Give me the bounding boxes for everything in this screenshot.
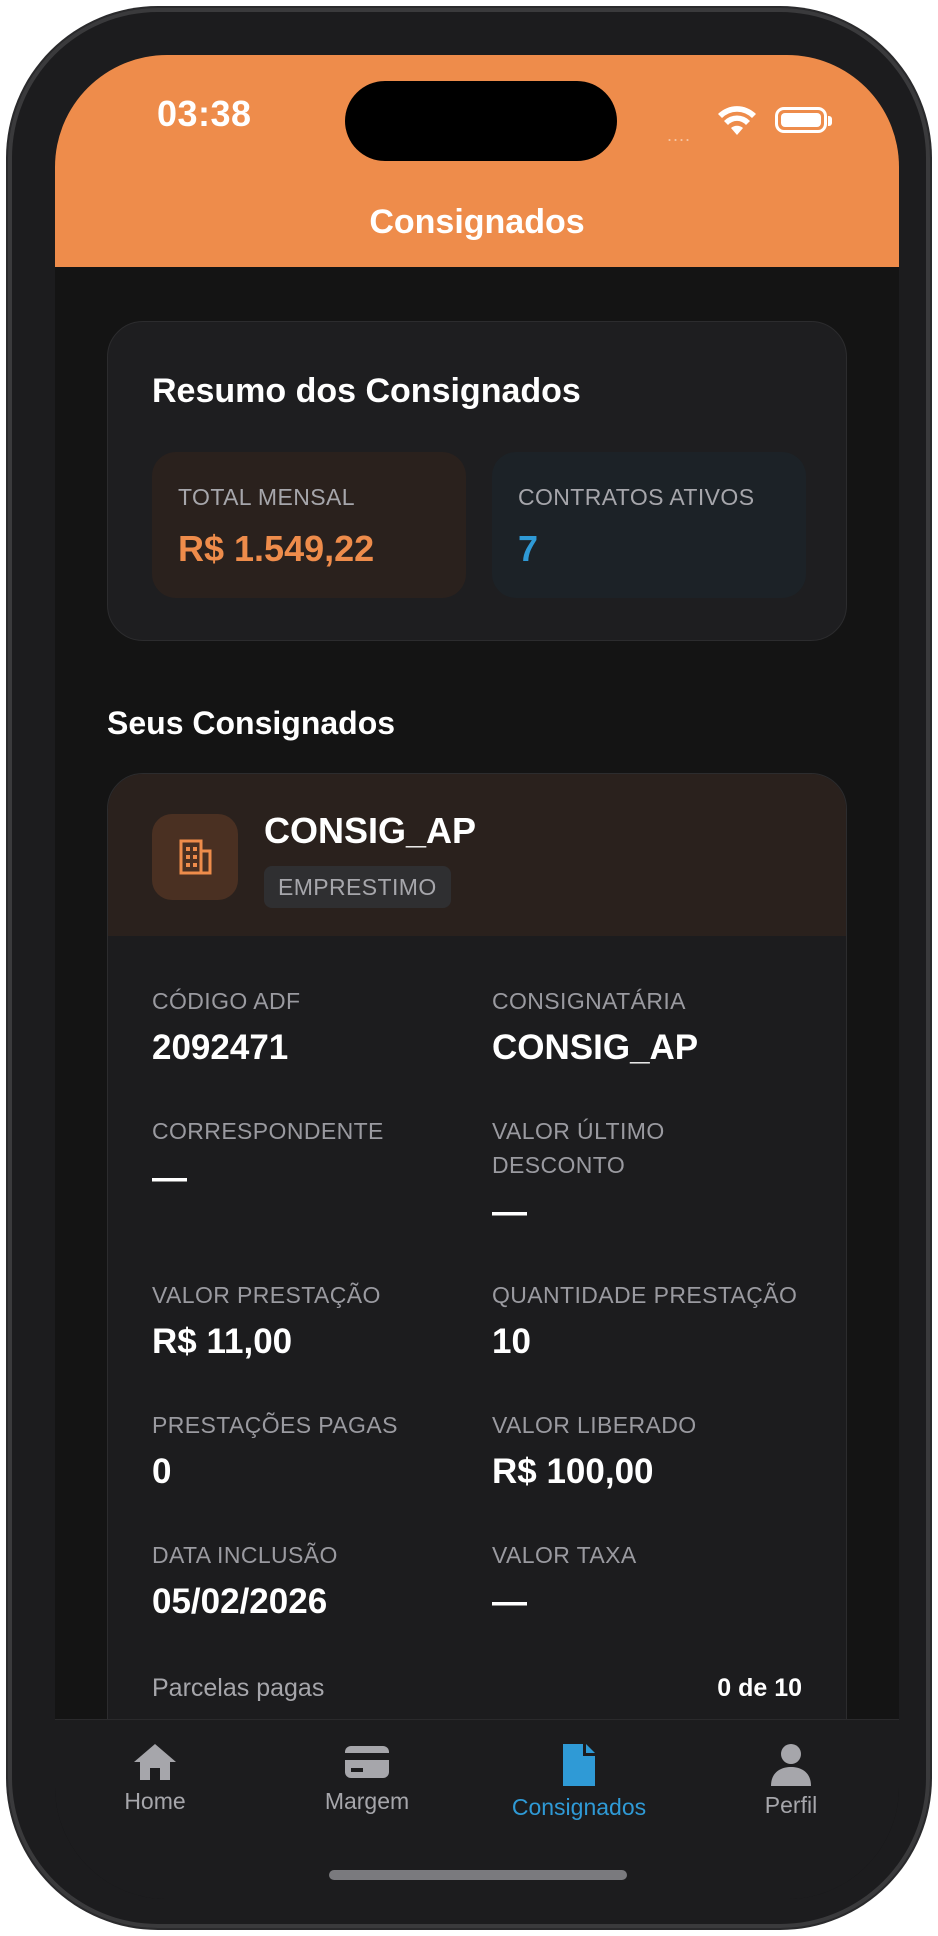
field-prestacoes-pagas: PRESTAÇÕES PAGAS 0: [152, 1408, 472, 1492]
field-value: R$ 11,00: [152, 1322, 293, 1361]
field-consignataria: CONSIGNATÁRIA CONSIG_AP: [492, 984, 812, 1068]
field-valor-ultimo-desconto: VALOR ÚLTIMO DESCONTO —: [492, 1114, 752, 1232]
loan-type-badge: EMPRESTIMO: [264, 866, 451, 908]
installments-progress-value: 0 de 10: [717, 1674, 802, 1702]
field-value: —: [152, 1158, 187, 1197]
total-monthly-value: R$ 1.549,22: [178, 528, 375, 569]
summary-title: Resumo dos Consignados: [152, 372, 581, 410]
home-indicator: [329, 1870, 627, 1880]
field-value: CONSIG_AP: [492, 1028, 699, 1067]
field-label: VALOR TAXA: [492, 1542, 637, 1568]
battery-icon: [775, 107, 832, 133]
active-contracts-label: CONTRATOS ATIVOS: [518, 484, 755, 510]
field-label: DATA INCLUSÃO: [152, 1542, 338, 1568]
tab-label: Consignados: [511, 1794, 647, 1820]
field-valor-prestacao: VALOR PRESTAÇÃO R$ 11,00: [152, 1278, 472, 1362]
total-monthly-stat: TOTAL MENSAL R$ 1.549,22: [152, 452, 466, 598]
wifi-icon: [718, 106, 756, 135]
field-value: —: [492, 1192, 527, 1231]
field-value: 0: [152, 1452, 172, 1491]
status-time: 03:38: [157, 93, 252, 134]
card-icon: [345, 1746, 389, 1778]
field-value: R$ 100,00: [492, 1452, 654, 1491]
field-data-inclusao: DATA INCLUSÃO 05/02/2026: [152, 1538, 472, 1622]
tab-label: Home: [124, 1788, 186, 1814]
phone-frame: 03:38 .... Consignados Resumo dos Consig…: [8, 8, 930, 1928]
home-icon: [134, 1744, 176, 1780]
field-label: QUANTIDADE PRESTAÇÃO: [492, 1282, 798, 1308]
app-screen: 03:38 .... Consignados Resumo dos Consig…: [55, 55, 899, 1899]
tab-margem[interactable]: Margem: [267, 1742, 467, 1815]
document-icon: [563, 1744, 595, 1786]
building-icon: [152, 814, 238, 900]
field-label: VALOR ÚLTIMO DESCONTO: [492, 1118, 665, 1178]
tab-home[interactable]: Home: [55, 1742, 255, 1815]
tab-perfil[interactable]: Perfil: [691, 1742, 891, 1819]
field-value: 2092471: [152, 1028, 289, 1067]
summary-card: Resumo dos Consignados TOTAL MENSAL R$ 1…: [107, 321, 847, 641]
active-contracts-stat: CONTRATOS ATIVOS 7: [492, 452, 806, 598]
installments-progress-label: Parcelas pagas: [152, 1674, 325, 1702]
signal-icon: ....: [667, 125, 692, 145]
field-codigo-adf: CÓDIGO ADF 2092471: [152, 984, 472, 1068]
tab-label: Margem: [324, 1788, 410, 1814]
loan-name: CONSIG_AP: [264, 810, 477, 851]
field-label: PRESTAÇÕES PAGAS: [152, 1412, 398, 1438]
field-value: 05/02/2026: [152, 1582, 328, 1621]
page-title: Consignados: [369, 203, 585, 241]
tab-bar: Home Margem Consignados Perfil: [55, 1719, 899, 1899]
field-label: CORRESPONDENTE: [152, 1118, 384, 1144]
dynamic-island: [345, 81, 617, 161]
person-icon: [771, 1744, 811, 1786]
field-valor-liberado: VALOR LIBERADO R$ 100,00: [492, 1408, 812, 1492]
field-label: VALOR LIBERADO: [492, 1412, 697, 1438]
field-correspondente: CORRESPONDENTE —: [152, 1114, 472, 1198]
app-header: 03:38 .... Consignados: [55, 55, 899, 267]
field-valor-taxa: VALOR TAXA —: [492, 1538, 812, 1622]
loan-card-header: CONSIG_AP EMPRESTIMO: [108, 774, 846, 936]
field-quantidade-prestacao: QUANTIDADE PRESTAÇÃO 10: [492, 1278, 822, 1362]
tab-consignados[interactable]: Consignados: [479, 1742, 679, 1821]
tab-label: Perfil: [764, 1792, 818, 1818]
field-label: CÓDIGO ADF: [152, 988, 301, 1014]
field-value: —: [492, 1582, 527, 1621]
total-monthly-label: TOTAL MENSAL: [178, 484, 355, 510]
active-contracts-value: 7: [518, 528, 539, 569]
field-label: VALOR PRESTAÇÃO: [152, 1282, 381, 1308]
section-title: Seus Consignados: [107, 705, 396, 741]
field-value: 10: [492, 1322, 531, 1361]
field-label: CONSIGNATÁRIA: [492, 988, 686, 1014]
